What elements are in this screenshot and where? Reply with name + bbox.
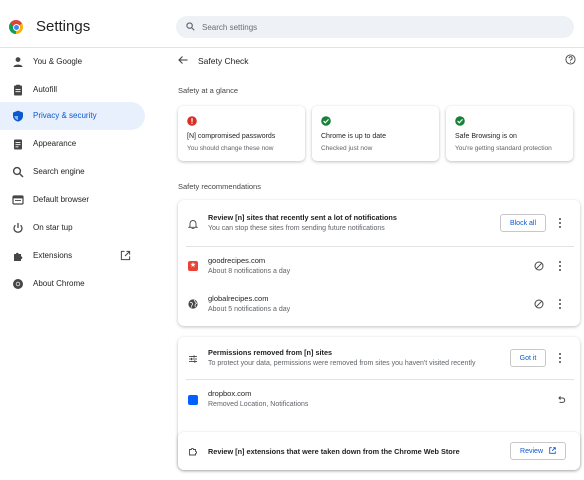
help-icon[interactable]: [565, 54, 576, 65]
power-icon: [13, 223, 23, 233]
site-favicon: ★: [188, 261, 198, 271]
site-favicon: [188, 395, 198, 405]
undo-icon[interactable]: [556, 395, 566, 405]
list-item: globalrecipes.com About 5 notifications …: [178, 285, 580, 323]
glance-card-title: Chrome is up to date: [321, 133, 386, 140]
site-detail: Removed Location, Notifications: [208, 401, 309, 408]
external-link-icon[interactable]: [120, 250, 131, 261]
list-item: ★ goodrecipes.com About 8 notifications …: [178, 247, 580, 285]
page-title: Safety Check: [198, 56, 249, 66]
sidebar-item-you-and-google[interactable]: You & Google: [0, 48, 145, 76]
star-icon: ★: [188, 261, 198, 271]
sidebar-item-label: Privacy & security: [33, 111, 97, 120]
notifications-subtitle: You can stop these sites from sending fu…: [208, 225, 385, 232]
sidebar-item-appearance[interactable]: Appearance: [0, 130, 145, 158]
back-arrow-icon[interactable]: [178, 55, 188, 65]
site-detail: About 8 notifications a day: [208, 268, 291, 275]
more-vert-icon[interactable]: [556, 352, 564, 364]
sidebar: You & Google Autofill Privacy & security…: [0, 48, 150, 480]
chrome-logo-icon: [9, 20, 23, 34]
glance-heading: Safety at a glance: [178, 86, 239, 95]
search-bar[interactable]: [176, 16, 574, 38]
sidebar-item-label: About Chrome: [33, 279, 85, 288]
search-icon: [186, 22, 195, 31]
site-name: globalrecipes.com: [208, 294, 269, 303]
extensions-title: Review [n] extensions that were taken do…: [208, 447, 460, 456]
sidebar-item-label: Search engine: [33, 167, 85, 176]
open-in-new-icon: [549, 447, 556, 454]
site-name: dropbox.com: [208, 389, 252, 398]
more-vert-icon[interactable]: [556, 217, 564, 229]
sidebar-item-label: Extensions: [33, 251, 73, 260]
extensions-row: Review [n] extensions that were taken do…: [178, 432, 580, 470]
sidebar-item-on-startup[interactable]: On star tup: [0, 214, 145, 242]
block-icon[interactable]: [534, 261, 544, 271]
main-content: Safety Check Safety at a glance [N] comp…: [150, 48, 584, 480]
review-button-label: Review: [520, 448, 543, 455]
sidebar-item-label: Appearance: [33, 139, 77, 148]
sidebar-item-privacy-security[interactable]: Privacy & security: [0, 102, 145, 130]
site-name: goodrecipes.com: [208, 256, 266, 265]
permissions-title: Permissions removed from [n] sites: [208, 348, 333, 357]
search-icon: [12, 166, 24, 178]
sidebar-item-label: On star tup: [33, 223, 73, 232]
app-title: Settings: [36, 18, 91, 35]
glance-card-update[interactable]: Chrome is up to date Checked just now: [312, 106, 439, 161]
permissions-header-row: Permissions removed from [n] sites To pr…: [178, 337, 580, 379]
glance-card-subtitle: You should change these now: [187, 145, 274, 152]
sidebar-item-label: You & Google: [33, 57, 83, 66]
shield-icon: [13, 110, 23, 122]
browser-icon: [12, 195, 24, 205]
sidebar-item-extensions[interactable]: Extensions: [0, 242, 145, 270]
glance-card-passwords[interactable]: [N] compromised passwords You should cha…: [178, 106, 305, 161]
sidebar-item-about-chrome[interactable]: About Chrome: [0, 270, 145, 298]
clipboard-icon: [14, 84, 22, 96]
notifications-title: Review [n] sites that recently sent a lo…: [208, 213, 397, 222]
block-all-button[interactable]: Block all: [500, 214, 546, 232]
sidebar-item-autofill[interactable]: Autofill: [0, 76, 145, 104]
person-icon: [13, 57, 23, 67]
search-input[interactable]: [202, 19, 562, 35]
notifications-card: Review [n] sites that recently sent a lo…: [178, 200, 580, 326]
globe-icon: [188, 299, 198, 309]
more-vert-icon[interactable]: [556, 298, 564, 310]
glance-card-subtitle: Checked just now: [321, 145, 373, 152]
list-item: dropbox.com Removed Location, Notificati…: [178, 380, 580, 420]
puzzle-outline-icon: [189, 447, 198, 456]
chrome-icon: [13, 279, 23, 289]
error-icon: [187, 116, 197, 126]
bell-icon: [188, 220, 198, 229]
glance-card-subtitle: You're getting standard protection: [455, 145, 552, 152]
sidebar-item-label: Default browser: [33, 195, 90, 204]
site-detail: About 5 notifications a day: [208, 306, 291, 313]
check-circle-icon: [455, 116, 465, 126]
puzzle-icon: [14, 252, 23, 261]
sidebar-item-label: Autofill: [33, 85, 58, 94]
review-button[interactable]: Review: [510, 442, 566, 460]
glance-card-title: Safe Browsing is on: [455, 133, 517, 140]
glance-card-title: [N] compromised passwords: [187, 133, 276, 140]
sidebar-item-search-engine[interactable]: Search engine: [0, 158, 145, 186]
recommendations-heading: Safety recommendations: [178, 182, 261, 191]
more-vert-icon[interactable]: [556, 260, 564, 272]
check-circle-icon: [321, 116, 331, 126]
palette-icon: [14, 139, 22, 150]
block-icon[interactable]: [534, 299, 544, 309]
header: Settings: [0, 0, 584, 48]
got-it-button[interactable]: Got it: [510, 349, 546, 367]
extensions-card: Review [n] extensions that were taken do…: [178, 432, 580, 470]
sidebar-item-default-browser[interactable]: Default browser: [0, 186, 145, 214]
tune-icon: [189, 355, 197, 363]
notifications-header-row: Review [n] sites that recently sent a lo…: [178, 200, 580, 246]
dropbox-icon: [188, 395, 198, 405]
permissions-subtitle: To protect your data, permissions were r…: [208, 360, 476, 367]
glance-card-safe-browsing[interactable]: Safe Browsing is on You're getting stand…: [446, 106, 573, 161]
